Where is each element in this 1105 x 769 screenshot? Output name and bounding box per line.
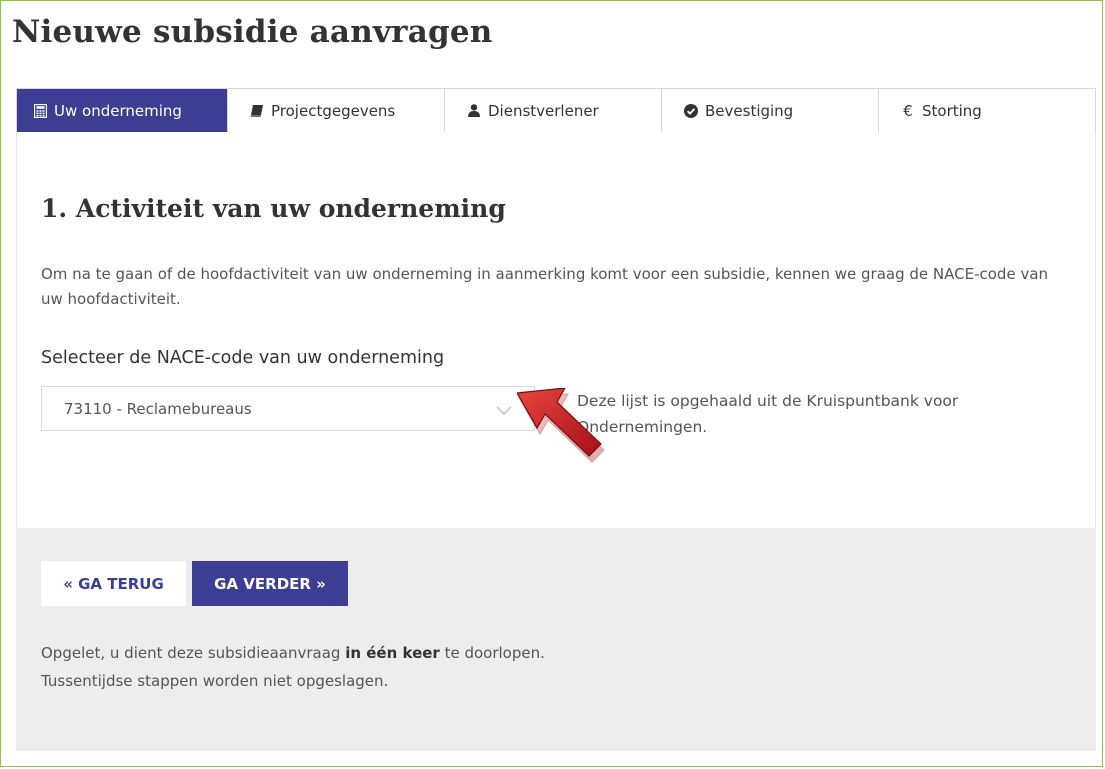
calculator-icon [33, 103, 47, 118]
warning-pre: Opgelet, u dient deze subsidieaanvraag [41, 644, 346, 662]
section-title: 1. Activiteit van uw onderneming [41, 194, 506, 223]
back-button[interactable]: « GA TERUG [41, 561, 186, 606]
warning-text: Opgelet, u dient deze subsidieaanvraag i… [41, 639, 545, 695]
user-icon [467, 104, 481, 118]
euro-icon: € [903, 101, 913, 120]
tab-storting[interactable]: € Storting [879, 89, 1095, 132]
tab-label: Storting [922, 101, 982, 120]
tab-label: Uw onderneming [54, 101, 182, 120]
page-title: Nieuwe subsidie aanvragen [12, 14, 493, 50]
wizard-tabs: Uw onderneming Projectgegevens Dienstver… [16, 88, 1096, 132]
nace-select-label: Selecteer de NACE-code van uw ondernemin… [41, 348, 445, 368]
tab-label: Projectgegevens [271, 101, 396, 120]
nace-select-value: 73110 - Reclamebureaus [64, 399, 252, 418]
tab-label: Bevestiging [705, 101, 794, 120]
warning-emphasis: in één keer [345, 644, 440, 662]
tab-bevestiging[interactable]: Bevestiging [662, 89, 879, 132]
step-content: 1. Activiteit van uw onderneming Om na t… [16, 132, 1096, 528]
tab-uw-onderneming[interactable]: Uw onderneming [17, 89, 228, 132]
nace-code-select[interactable]: 73110 - Reclamebureaus [41, 386, 535, 431]
intro-text: Om na te gaan of de hoofdactiviteit van … [41, 265, 1049, 308]
tab-projectgegevens[interactable]: Projectgegevens [228, 89, 445, 132]
next-button[interactable]: GA VERDER » [192, 561, 348, 606]
warning-post: te doorlopen. [439, 644, 545, 662]
check-circle-icon [684, 103, 698, 118]
tab-dienstverlener[interactable]: Dienstverlener [445, 89, 662, 132]
tab-label: Dienstverlener [488, 101, 599, 120]
annotation-arrow-icon [516, 387, 609, 472]
chevron-down-icon [496, 401, 512, 420]
kbo-note: Deze lijst is opgehaald uit de Kruispunt… [577, 392, 959, 436]
warning-line2: Tussentijdse stappen worden niet opgesla… [41, 672, 389, 690]
form-footer: « GA TERUG GA VERDER » Opgelet, u dient … [16, 528, 1096, 751]
book-icon [250, 104, 264, 118]
